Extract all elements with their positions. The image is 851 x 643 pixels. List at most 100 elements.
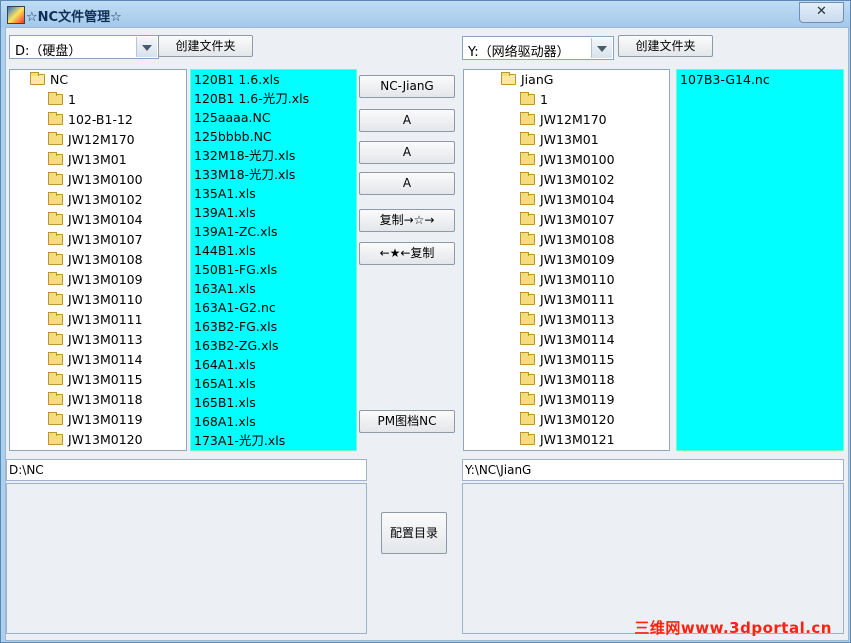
file-list-item[interactable]: 163B2-ZG.xls [194,336,279,355]
chevron-down-icon[interactable] [136,37,157,57]
right-path-field[interactable]: Y:\NC\JianG [462,459,844,481]
tree-folder-label: JW13M0119 [68,412,143,427]
file-list-item[interactable]: 163B2-FG.xls [194,317,277,336]
tree-folder-label: JW13M0118 [540,372,615,387]
folder-icon [48,152,63,165]
folder-icon [520,172,535,185]
file-list-item[interactable]: 168A1.xls [194,412,256,431]
file-list-item[interactable]: 139A1.xls [194,203,256,222]
tree-folder-label: JW13M0102 [68,192,143,207]
pm-drawing-nc-button[interactable]: PM图档NC [359,410,455,433]
folder-icon [520,432,535,445]
config-directory-button[interactable]: 配置目录 [381,512,447,554]
file-list-item[interactable]: 163A1.xls [194,279,256,298]
tree-folder-label: JW13M0110 [540,272,615,287]
tree-folder-label: JW13M0111 [68,312,143,327]
app-window: ☆NC文件管理☆ ✕ D:（硬盘） 创建文件夹 Y:（网络驱动器） 创建文件夹 … [0,0,851,643]
folder-icon [520,132,535,145]
tree-folder-label: 1 [68,92,76,107]
tree-folder-label: JW13M0114 [540,332,615,347]
a-button-1[interactable]: A [359,109,455,132]
left-drive-value: D:（硬盘） [15,44,82,59]
tree-folder-label: JW13M0111 [540,292,615,307]
file-list-item[interactable]: 164A1.xls [194,355,256,374]
folder-icon [48,372,63,385]
folder-icon [48,352,63,365]
file-list-item[interactable]: 163A1-G2.nc [194,298,276,317]
folder-icon [48,132,63,145]
right-drive-select[interactable]: Y:（网络驱动器） [462,36,614,60]
file-list-item[interactable]: 120B1 1.6.xls [194,70,280,89]
client-area: D:（硬盘） 创建文件夹 Y:（网络驱动器） 创建文件夹 NC 1 102-B1-1… [5,27,849,641]
right-drive-value: Y:（网络驱动器） [468,45,570,60]
folder-icon [48,292,63,305]
tree-folder-label: JW12M170 [68,132,135,147]
tree-folder-label: JW13M0100 [540,152,615,167]
tree-folder-label: JW13M0115 [68,372,143,387]
right-folder-tree[interactable]: JianG 1 JW12M170 JW13M01 JW13M0100 JW13M0102 J… [463,69,670,451]
folder-open-icon [30,72,45,85]
file-list-item[interactable]: 139A1-ZC.xls [194,222,278,241]
nc-jiang-button[interactable]: NC-JianG [359,75,455,98]
folder-icon [520,272,535,285]
tree-folder-label: JW12M170 [540,112,607,127]
tree-root-label: JianG [521,72,554,87]
copy-right-button[interactable]: 复制→☆→ [359,209,455,232]
tree-root-label: NC [50,72,69,87]
folder-icon [520,212,535,225]
file-list-item[interactable]: 125bbbb.NC [194,127,272,146]
copy-left-button[interactable]: ←★←复制 [359,242,455,265]
a-button-3[interactable]: A [359,172,455,195]
tree-folder-label: JW13M0107 [540,212,615,227]
tree-folder-label: JW13M0118 [68,392,143,407]
file-list-item[interactable]: 125aaaa.NC [194,108,271,127]
file-list-item[interactable]: 133M18-光刀.xls [194,165,295,184]
chevron-down-icon[interactable] [591,38,612,58]
file-list-item[interactable]: 144B1.xls [194,241,256,260]
left-folder-tree[interactable]: NC 1 102-B1-12 JW12M170 JW13M01 JW13M0100 JW13… [9,69,187,451]
left-drive-select[interactable]: D:（硬盘） [9,35,159,59]
tree-folder-label: JW13M0108 [68,252,143,267]
folder-icon [48,212,63,225]
file-list-item[interactable]: 132M18-光刀.xls [194,146,295,165]
file-list-item[interactable]: 107B3-G14.nc [680,70,770,89]
right-file-list[interactable]: 107B3-G14.nc [676,69,844,451]
folder-icon [520,92,535,105]
file-list-item[interactable]: 165B1.xls [194,393,256,412]
tree-folder-label: JW13M0114 [68,352,143,367]
left-file-list[interactable]: 120B1 1.6.xls 120B1 1.6-光刀.xls 125aaaa.NC 1… [190,69,357,451]
folder-icon [520,312,535,325]
tree-folder-label: 102-B1-12 [68,112,133,127]
folder-icon [520,192,535,205]
tree-folder-label: JW13M0100 [68,172,143,187]
left-path-field[interactable]: D:\NC [6,459,367,481]
folder-icon [520,352,535,365]
tree-folder-label: JW13M0104 [68,212,143,227]
file-list-item[interactable]: 120B1 1.6-光刀.xls [194,89,309,108]
folder-icon [520,332,535,345]
file-list-item[interactable]: 150B1-FG.xls [194,260,277,279]
tree-folder-label: JW13M0108 [540,232,615,247]
folder-icon [520,232,535,245]
close-button[interactable]: ✕ [799,2,844,23]
right-create-folder-button[interactable]: 创建文件夹 [618,35,713,57]
app-icon [7,6,25,24]
folder-icon [48,412,63,425]
tree-folder-label: JW13M0119 [540,392,615,407]
folder-icon [520,372,535,385]
file-list-item[interactable]: 173A1-光刀.xls [194,431,285,450]
folder-icon [48,312,63,325]
tree-folder-label: JW13M01 [540,132,599,147]
file-list-item[interactable]: 135A1.xls [194,184,256,203]
folder-icon [48,332,63,345]
folder-icon [520,252,535,265]
file-list-item[interactable]: 165A1.xls [194,374,256,393]
folder-icon [48,432,63,445]
folder-icon [48,252,63,265]
tree-folder-label: JW13M0115 [540,352,615,367]
folder-icon [48,112,63,125]
left-create-folder-button[interactable]: 创建文件夹 [158,35,253,57]
a-button-2[interactable]: A [359,141,455,164]
folder-icon [48,192,63,205]
folder-icon [48,232,63,245]
